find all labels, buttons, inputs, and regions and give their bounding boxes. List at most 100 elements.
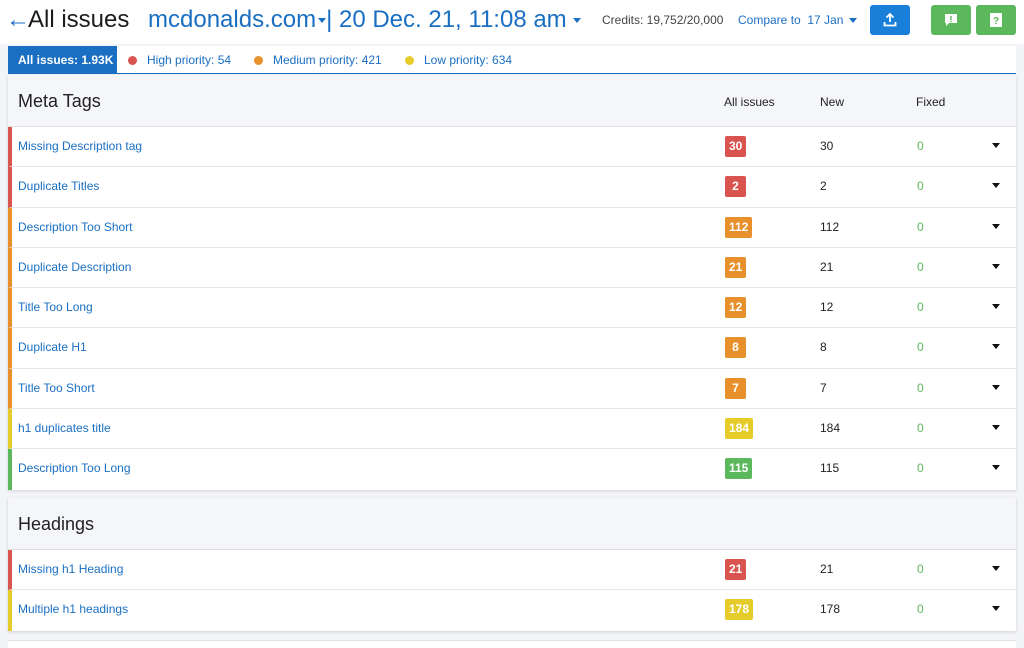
- issue-name-link[interactable]: Description Too Long: [18, 461, 131, 475]
- svg-text:?: ?: [993, 16, 999, 27]
- priority-tabs: All issues: 1.93K High priority: 54 Medi…: [8, 46, 1016, 74]
- expand-row-icon[interactable]: [992, 425, 1000, 431]
- expand-row-icon[interactable]: [992, 566, 1000, 571]
- tab-high-priority[interactable]: High priority: 54: [128, 46, 231, 74]
- new-count: 12: [820, 300, 834, 315]
- tab-medium-priority[interactable]: Medium priority: 421: [254, 46, 382, 74]
- upload-icon: [883, 13, 897, 27]
- section-header: Meta Tags All issues New Fixed: [8, 75, 1016, 127]
- expand-row-icon[interactable]: [992, 606, 1000, 612]
- expand-row-icon[interactable]: [992, 263, 1000, 269]
- chevron-down-icon: [849, 18, 858, 24]
- section-meta-tags: Meta Tags All issues New Fixed Missing D…: [8, 75, 1016, 490]
- issue-rows: Missing h1 Heading 21 21 0 Multiple h1 headi…: [8, 550, 1016, 631]
- fixed-count: 0: [917, 179, 924, 194]
- tab-label: Medium priority: 421: [273, 53, 382, 67]
- table-row[interactable]: Missing h1 Heading 21 21 0: [8, 550, 1016, 591]
- expand-row-icon[interactable]: [992, 384, 1000, 390]
- fixed-count: 0: [917, 219, 924, 234]
- low-priority-dot-icon: [405, 56, 414, 65]
- column-header-new: New: [820, 95, 845, 109]
- help-button[interactable]: ?: [976, 5, 1016, 35]
- new-count: 8: [820, 340, 827, 355]
- fixed-count: 0: [917, 139, 924, 153]
- high-priority-dot-icon: [128, 56, 137, 65]
- tab-label: Low priority: 634: [424, 53, 513, 67]
- expand-row-icon[interactable]: [992, 465, 1000, 471]
- table-row[interactable]: Multiple h1 headings 178 178 0: [8, 590, 1016, 631]
- tab-label: High priority: 54: [147, 53, 232, 67]
- issue-name-link[interactable]: Title Too Short: [18, 381, 95, 395]
- chevron-down-icon: [572, 18, 581, 24]
- section-headings: Headings Missing h1 Heading 21 21 0 Multiple…: [8, 498, 1016, 631]
- section-title: Meta Tags: [18, 91, 101, 111]
- table-row[interactable]: Duplicate H1 8 8 0: [8, 328, 1016, 369]
- all-issues-badge[interactable]: 178: [725, 599, 754, 621]
- page-title: All issues: [28, 6, 130, 33]
- issue-name-link[interactable]: Title Too Long: [18, 300, 93, 314]
- issue-name-link[interactable]: Duplicate H1: [18, 340, 87, 354]
- expand-row-icon[interactable]: [992, 223, 1000, 229]
- new-count: 7: [820, 380, 827, 395]
- table-row[interactable]: Missing Description tag 30 30 0: [8, 127, 1016, 168]
- table-row[interactable]: Description Too Long 115 115 0: [8, 449, 1016, 490]
- report-date: | 20 Dec. 21, 11:08 am: [326, 6, 567, 33]
- issue-name-link[interactable]: Duplicate Titles: [18, 179, 99, 193]
- fixed-count: 0: [917, 602, 924, 617]
- all-issues-badge[interactable]: 21: [725, 256, 747, 278]
- new-count: 115: [820, 461, 840, 476]
- chevron-down-icon: [318, 18, 327, 24]
- expand-row-icon[interactable]: [992, 183, 1000, 189]
- column-header-fixed: Fixed: [916, 95, 946, 109]
- fixed-count: 0: [917, 380, 924, 395]
- all-issues-badge[interactable]: 184: [725, 418, 754, 440]
- column-header-all-issues: All issues: [724, 95, 775, 109]
- fixed-count: 0: [917, 259, 924, 274]
- new-count: 178: [820, 602, 841, 617]
- table-row[interactable]: Duplicate Description 21 21 0: [8, 247, 1016, 289]
- export-button[interactable]: [870, 5, 910, 35]
- back-arrow-icon[interactable]: ←: [6, 6, 30, 34]
- fixed-count: 0: [917, 461, 924, 476]
- new-count: 21: [820, 562, 834, 576]
- domain-selector[interactable]: mcdonalds.com | 20 Dec. 21, 11:08 am: [148, 6, 581, 34]
- table-row[interactable]: Title Too Short 7 7 0: [8, 368, 1016, 410]
- top-header: ← All issues mcdonalds.com | 20 Dec. 21, …: [0, 0, 1024, 44]
- all-issues-badge[interactable]: 8: [725, 337, 746, 359]
- issue-name-link[interactable]: h1 duplicates title: [18, 421, 111, 435]
- expand-row-icon[interactable]: [992, 304, 1000, 310]
- fixed-count: 0: [917, 300, 924, 315]
- table-row[interactable]: Duplicate Titles 2 2 0: [8, 167, 1016, 208]
- issue-name-link[interactable]: Missing Description tag: [18, 139, 142, 153]
- compare-label: Compare to 17 Jan: [738, 13, 844, 27]
- issue-name-link[interactable]: Multiple h1 headings: [18, 602, 128, 616]
- expand-row-icon[interactable]: [992, 143, 1000, 148]
- section-header: Headings: [8, 498, 1016, 550]
- fixed-count: 0: [917, 562, 924, 576]
- all-issues-badge[interactable]: 7: [725, 377, 746, 399]
- issue-name-link[interactable]: Duplicate Description: [18, 260, 131, 274]
- table-row[interactable]: Title Too Long 12 12 0: [8, 288, 1016, 329]
- all-issues-badge[interactable]: 12: [725, 297, 747, 319]
- all-issues-badge[interactable]: 112: [725, 216, 753, 238]
- all-issues-badge[interactable]: 30: [725, 136, 747, 157]
- compare-selector[interactable]: Compare to 17 Jan: [738, 13, 858, 27]
- tab-all-issues[interactable]: All issues: 1.93K: [8, 46, 117, 74]
- all-issues-badge[interactable]: 115: [725, 458, 753, 480]
- issue-name-link[interactable]: Missing h1 Heading: [18, 562, 123, 576]
- new-count: 2: [820, 179, 827, 194]
- new-count: 184: [820, 421, 841, 436]
- all-issues-badge[interactable]: 2: [725, 176, 746, 198]
- issue-rows: Missing Description tag 30 30 0 Duplicate Ti…: [8, 127, 1016, 490]
- issue-name-link[interactable]: Description Too Short: [18, 220, 133, 234]
- table-row[interactable]: h1 duplicates title 184 184 0: [8, 409, 1016, 450]
- tab-low-priority[interactable]: Low priority: 634: [405, 46, 512, 74]
- all-issues-badge[interactable]: 21: [725, 559, 747, 580]
- table-row[interactable]: Description Too Short 112 112 0: [8, 207, 1016, 248]
- new-count: 30: [820, 139, 834, 153]
- feedback-button[interactable]: [931, 5, 971, 35]
- new-count: 21: [820, 259, 834, 274]
- expand-row-icon[interactable]: [992, 344, 1000, 350]
- medium-priority-dot-icon: [254, 56, 263, 65]
- fixed-count: 0: [917, 421, 924, 436]
